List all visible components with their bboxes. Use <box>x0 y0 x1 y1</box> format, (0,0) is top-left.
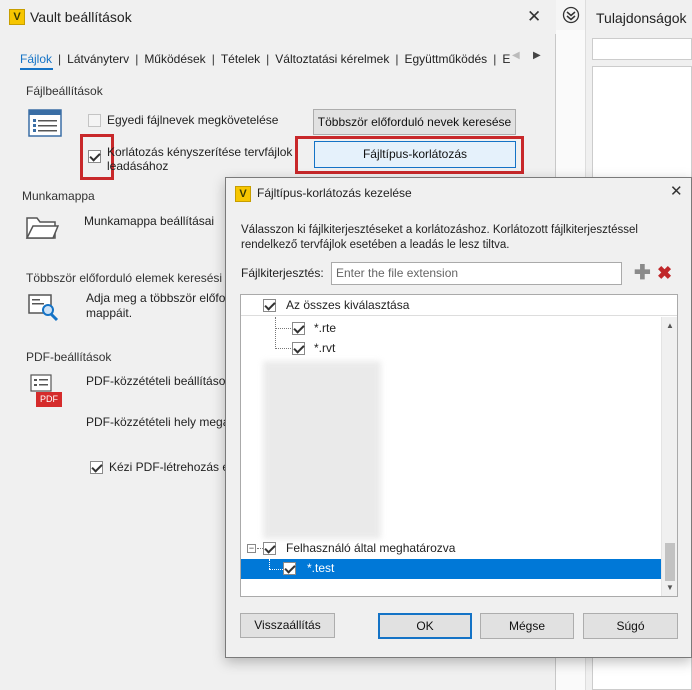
tab-truncated[interactable]: E <box>502 52 510 66</box>
scroll-thumb[interactable] <box>665 543 675 581</box>
tab-files[interactable]: Fájlok <box>20 52 52 66</box>
folder-icon <box>25 217 59 239</box>
file-list-icon <box>28 109 62 137</box>
enforce-restriction-label-line1: Korlátozás kényszerítése tervfájlok <box>107 145 293 159</box>
tab-change-orders[interactable]: Változtatási kérelmek <box>275 52 389 66</box>
title-bar: V Vault beállítások ✕ <box>0 0 556 34</box>
dialog-description-line2: rendelkező tervfájlok esetében a leadás … <box>241 239 510 251</box>
duplicates-text-line1: Adja meg a többször előfor <box>86 291 230 305</box>
pdf-publish-location-text[interactable]: PDF-közzétételi hely megad <box>86 415 236 430</box>
manual-pdf-label: Kézi PDF-létrehozás en <box>109 460 236 474</box>
properties-search-box[interactable] <box>592 38 692 60</box>
manual-pdf-checkbox[interactable] <box>90 461 103 474</box>
tree-connector <box>275 328 291 329</box>
tree-connector <box>275 348 291 349</box>
dialog-vault-logo-icon: V <box>235 186 251 202</box>
scroll-down-icon[interactable]: ▼ <box>666 583 674 592</box>
tab-items[interactable]: Tételek <box>221 52 260 66</box>
properties-title: Tulajdonságok <box>596 10 687 26</box>
file-settings-heading: Fájlbeállítások <box>26 84 103 98</box>
test-checkbox[interactable] <box>283 562 296 575</box>
close-icon[interactable]: ✕ <box>527 8 541 25</box>
dialog-description-line1: Válasszon ki fájlkiterjesztéseket a korl… <box>241 224 638 236</box>
test-row-selected[interactable]: *.test <box>241 559 661 579</box>
select-all-row: Az összes kiválasztása <box>241 295 677 316</box>
reset-button[interactable]: Visszaállítás <box>240 613 335 638</box>
tab-scroll-right-icon[interactable]: ▶ <box>533 50 541 61</box>
select-all-checkbox[interactable] <box>263 299 276 312</box>
pdf-publish-settings-text[interactable]: PDF-közzétételi beállítások b <box>86 374 241 389</box>
pdf-badge: PDF <box>36 392 62 407</box>
tree-connector <box>269 569 283 570</box>
pdf-icon: PDF <box>30 374 62 408</box>
tab-scroll-left-icon[interactable]: ◀ <box>512 50 520 61</box>
duplicates-text-line2: mappáit. <box>86 306 133 320</box>
pdf-settings-heading: PDF-beállítások <box>26 350 112 364</box>
collapse-node-icon[interactable]: − <box>247 544 256 553</box>
active-tab-underline <box>20 68 53 70</box>
cancel-button[interactable]: Mégse <box>480 613 574 639</box>
tree-connector <box>269 559 270 569</box>
unique-names-label: Egyedi fájlnevek megkövetelése <box>107 113 279 127</box>
collapse-panel <box>556 0 586 30</box>
collapse-chevron-icon[interactable] <box>562 6 580 24</box>
filetype-restriction-button[interactable]: Fájltípus-korlátozás <box>314 141 516 168</box>
extension-input[interactable]: Enter the file extension <box>331 262 622 285</box>
user-defined-checkbox[interactable] <box>263 542 276 555</box>
enforce-restriction-checkbox[interactable] <box>88 150 101 163</box>
blurred-items-region <box>263 361 381 539</box>
rte-label: *.rte <box>314 321 337 335</box>
window-title: Vault beállítások <box>30 9 132 25</box>
tree-scrollbar[interactable]: ▲ ▼ <box>661 317 677 596</box>
rvt-label: *.rvt <box>314 341 336 355</box>
workspace-settings-text[interactable]: Munkamappa beállításai <box>84 214 214 229</box>
scroll-up-icon[interactable]: ▲ <box>666 321 674 330</box>
vault-logo-icon: V <box>9 9 25 25</box>
tree-connector <box>275 317 276 347</box>
tab-behaviors[interactable]: Működések <box>144 52 205 66</box>
select-all-label: Az összes kiválasztása <box>286 298 410 312</box>
tab-collaboration[interactable]: Együttműködés <box>404 52 487 66</box>
add-extension-icon[interactable]: ✚ <box>634 263 651 283</box>
duplicates-heading: Többször előforduló elemek keresési b <box>26 271 233 285</box>
user-defined-label: Felhasználó által meghatározva <box>286 541 456 555</box>
extension-tree: Az összes kiválasztása *.rte *.rvt − Fel… <box>240 294 678 597</box>
rte-checkbox[interactable] <box>292 322 305 335</box>
find-duplicate-names-button[interactable]: Többször előforduló nevek keresése <box>313 109 516 135</box>
search-folder-icon <box>28 294 59 322</box>
dialog-close-icon[interactable]: ✕ <box>670 184 683 199</box>
tab-bar: Fájlok | Látványterv | Működések | Tételek | Vál… <box>20 52 511 66</box>
help-button[interactable]: Súgó <box>583 613 678 639</box>
dialog-title: Fájltípus-korlátozás kezelése <box>257 186 412 200</box>
filetype-restriction-dialog: V Fájltípus-korlátozás kezelése ✕ Válass… <box>225 177 692 658</box>
unique-names-checkbox[interactable] <box>88 114 101 127</box>
delete-extension-icon[interactable]: ✖ <box>657 263 672 283</box>
tab-visualization[interactable]: Látványterv <box>67 52 129 66</box>
extension-label: Fájlkiterjesztés: <box>241 266 324 280</box>
ok-button[interactable]: OK <box>378 613 472 639</box>
workspace-heading: Munkamappa <box>22 189 95 203</box>
test-label: *.test <box>307 561 335 575</box>
rvt-checkbox[interactable] <box>292 342 305 355</box>
enforce-restriction-label-line2: leadásához <box>107 159 169 173</box>
